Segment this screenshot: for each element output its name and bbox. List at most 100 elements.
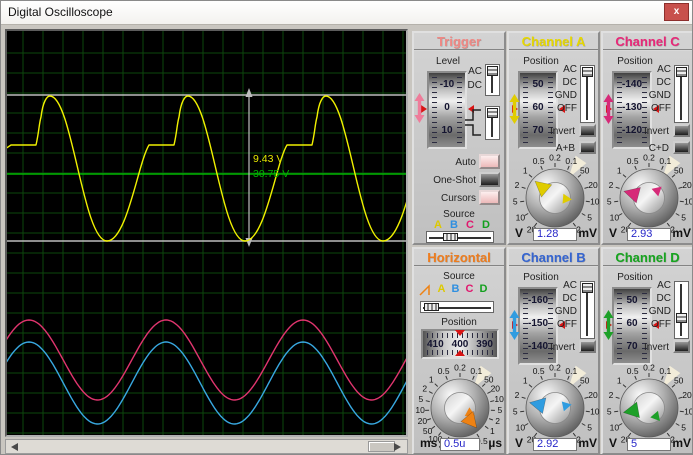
svg-text:20: 20 [588,390,598,400]
svg-text:2: 2 [609,390,614,400]
channel_c-panel: Channel CPosition-140-130-120-110ACDCGND… [601,31,692,245]
svg-text:1: 1 [617,375,622,385]
svg-text:5: 5 [587,212,592,222]
auto-button[interactable] [479,154,500,169]
svg-text:20: 20 [491,383,501,393]
svg-text:5: 5 [681,422,686,432]
svg-text:10: 10 [590,406,600,416]
channel-a-trace [7,95,406,242]
scroll-left-button[interactable] [8,441,22,452]
svg-text:10: 10 [415,405,425,415]
invert-button[interactable] [673,124,690,137]
svg-text:0.1: 0.1 [470,366,482,376]
svg-text:0.5: 0.5 [533,156,545,166]
svg-text:20: 20 [682,390,692,400]
source-channel-d: D [479,283,488,295]
value-display: 5 [627,438,671,451]
source-label: Source [443,271,475,282]
position-adjust-arrow[interactable] [509,310,520,340]
position-adjust-icon [414,93,425,123]
slider-track [429,237,491,239]
svg-text:0.1: 0.1 [659,366,671,376]
horizontal-scrollbar[interactable] [5,439,408,454]
scale-value: 10 [441,125,453,136]
svg-text:2: 2 [515,390,520,400]
svg-text:5: 5 [513,196,518,206]
window-title: Digital Oscilloscope [8,5,113,19]
invert-button[interactable] [579,124,596,137]
svg-text:V: V [609,226,617,240]
value-display: 1.28 [533,228,577,241]
svg-text:1: 1 [523,165,528,175]
edge-slider[interactable] [485,106,500,140]
source-channel-c: C [465,283,474,295]
channel-b-trace [7,341,406,425]
coupling-label-dc: DC [562,77,577,88]
svg-text:1: 1 [490,426,495,436]
svg-text:V: V [515,226,523,240]
source-channel-d: D [482,219,490,231]
close-button[interactable]: x [664,3,689,21]
svg-text:V: V [515,436,523,450]
svg-text:5: 5 [419,394,424,404]
svg-text:10: 10 [610,212,620,222]
title-bar[interactable]: Digital Oscilloscope x [1,1,692,25]
svg-text:0.5: 0.5 [533,366,545,376]
slider-track [680,284,682,336]
panel-title: Channel A [509,33,598,51]
scroll-left-icon [11,443,18,451]
position-marker-top [455,330,465,336]
slider-handle[interactable] [582,67,593,77]
coupling-label-gnd: GND [554,90,577,101]
slider-handle[interactable] [676,67,687,77]
button-label-one-shot: One-Shot [433,175,476,186]
measurement-cursors[interactable] [7,88,406,247]
button-label-auto: Auto [455,157,476,168]
slider-handle[interactable] [487,108,498,118]
one-shot-button[interactable] [479,172,500,187]
source-channel-b: B [450,219,458,231]
position-label: Position [441,317,477,328]
coupling-slider[interactable] [580,281,595,339]
slider-handle[interactable] [582,283,593,293]
svg-text:0.1: 0.1 [565,156,577,166]
coupling-slider[interactable] [485,64,500,96]
slider-handle[interactable] [443,233,458,241]
svg-text:1: 1 [617,165,622,175]
svg-text:2: 2 [495,416,500,426]
svg-text:0.5: 0.5 [627,366,639,376]
svg-text:10: 10 [610,422,620,432]
position-value: 410 [426,339,444,350]
slider-handle[interactable] [676,313,687,323]
position-adjust-arrow[interactable] [603,310,614,340]
coupling-label-gnd: GND [648,90,671,101]
svg-text:20: 20 [682,180,692,190]
button-label-cursors: Cursors [440,193,476,204]
trigger-source-slider[interactable] [426,231,494,243]
position-adjust-icon [509,94,520,124]
coupling-label-off: OFF [557,319,577,330]
svg-text:0.5: 0.5 [438,366,450,376]
value-display: 2.93 [627,228,671,241]
horizontal-source-slider[interactable] [420,301,494,313]
channel-c-trace [7,319,406,401]
cursors-button[interactable] [479,190,500,205]
coupling-slider[interactable] [674,65,689,123]
position-value: 390 [476,339,493,350]
edge-falling-icon [464,123,482,136]
invert-button[interactable] [579,340,596,353]
source-channel-b: B [451,283,460,295]
knob-cap[interactable] [633,392,665,424]
invert-label: Invert [549,342,575,353]
level-adjust-arrow[interactable] [414,93,425,123]
svg-text:0.2: 0.2 [549,363,561,372]
position-adjust-arrow[interactable] [509,94,520,124]
scroll-right-button[interactable] [391,441,405,452]
position-adjust-arrow[interactable] [603,94,614,124]
coupling-slider[interactable] [580,65,595,123]
oscilloscope-screen: 9.43 V 30.75 V [5,29,408,437]
coupling-slider[interactable] [674,281,689,339]
invert-button[interactable] [673,340,690,353]
slider-handle[interactable] [487,66,498,76]
slider-handle[interactable] [424,303,439,311]
